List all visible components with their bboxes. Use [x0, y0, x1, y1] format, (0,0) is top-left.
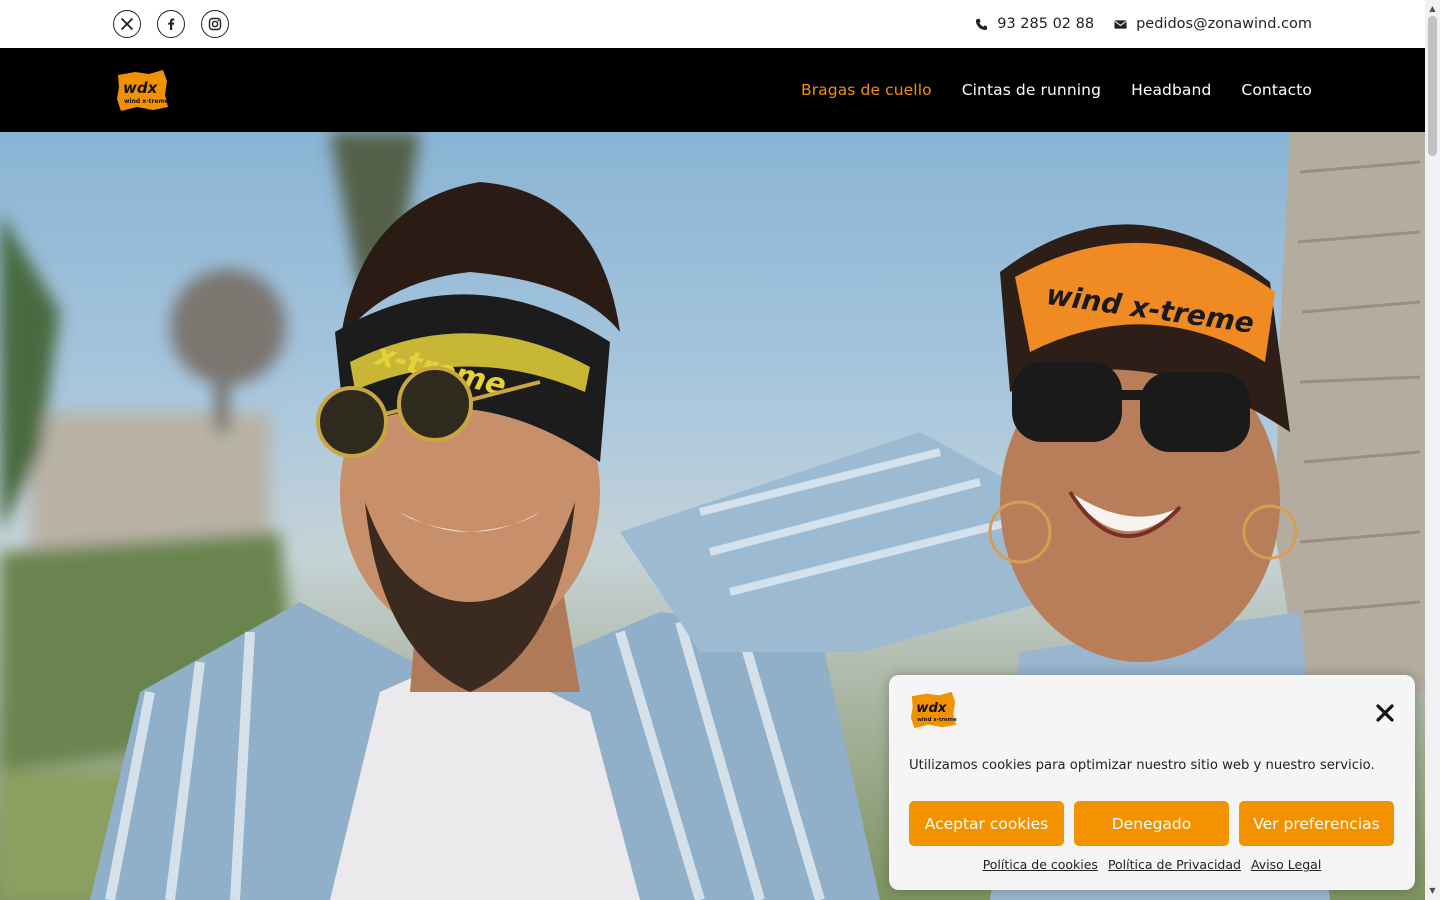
instagram-icon[interactable] [201, 10, 229, 38]
cookie-buttons: Aceptar cookies Denegado Ver preferencia… [909, 801, 1394, 846]
scroll-down-icon[interactable]: ▼ [1425, 884, 1440, 898]
top-bar: 93 285 02 88 pedidos@zonawind.com [0, 0, 1425, 48]
privacy-policy-link[interactable]: Política de Privacidad [1108, 857, 1241, 872]
cookie-banner-logo: wdx wind x-treme [910, 691, 957, 729]
x-twitter-icon[interactable] [113, 10, 141, 38]
view-preferences-button[interactable]: Ver preferencias [1239, 801, 1394, 846]
email-contact[interactable]: pedidos@zonawind.com [1114, 16, 1312, 32]
nav-cintas-de-running[interactable]: Cintas de running [962, 81, 1101, 99]
main-header: wdx wind x-treme Bragas de cuello Cintas… [0, 48, 1425, 132]
cookie-message: Utilizamos cookies para optimizar nuestr… [909, 758, 1375, 773]
phone-icon [976, 18, 988, 30]
cookie-policy-links: Política de cookies Política de Privacid… [889, 857, 1415, 872]
svg-text:wdx: wdx [916, 701, 947, 716]
envelope-icon [1114, 19, 1127, 29]
phone-contact[interactable]: 93 285 02 88 [975, 16, 1094, 32]
email-address[interactable]: pedidos@zonawind.com [1136, 16, 1312, 32]
legal-notice-link[interactable]: Aviso Legal [1251, 857, 1321, 872]
cookie-banner: wdx wind x-treme Utilizamos cookies para… [889, 675, 1415, 890]
page-scrollbar[interactable]: ▲ ▼ [1425, 0, 1440, 900]
deny-cookies-button[interactable]: Denegado [1074, 801, 1229, 846]
nav-headband[interactable]: Headband [1131, 81, 1211, 99]
close-icon[interactable] [1375, 703, 1395, 723]
wdx-logo[interactable]: wdx wind x-treme [115, 69, 169, 112]
accept-cookies-button[interactable]: Aceptar cookies [909, 801, 1064, 846]
facebook-icon[interactable] [157, 10, 185, 38]
svg-text:wind x-treme: wind x-treme [124, 98, 169, 105]
phone-number[interactable]: 93 285 02 88 [997, 16, 1094, 32]
scroll-up-icon[interactable]: ▲ [1425, 2, 1440, 16]
nav-contacto[interactable]: Contacto [1241, 81, 1312, 99]
svg-text:wdx: wdx [123, 79, 159, 97]
cookie-policy-link[interactable]: Política de cookies [983, 857, 1098, 872]
svg-text:wind x-treme: wind x-treme [917, 717, 957, 723]
nav-bragas-de-cuello[interactable]: Bragas de cuello [801, 81, 932, 99]
scroll-thumb[interactable] [1428, 16, 1437, 156]
main-nav: Bragas de cuello Cintas de running Headb… [801, 48, 1312, 132]
contact-info: 93 285 02 88 pedidos@zonawind.com [975, 0, 1312, 48]
social-links [113, 10, 229, 38]
